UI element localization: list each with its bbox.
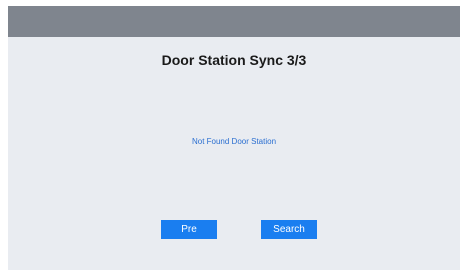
search-button[interactable]: Search — [261, 220, 317, 239]
status-message: Not Found Door Station — [191, 137, 277, 146]
sync-screen: Door Station Sync 3/3 Not Found Door Sta… — [8, 6, 460, 270]
pre-button[interactable]: Pre — [161, 220, 217, 239]
page-title: Door Station Sync 3/3 — [161, 52, 307, 68]
top-bar — [8, 6, 460, 37]
